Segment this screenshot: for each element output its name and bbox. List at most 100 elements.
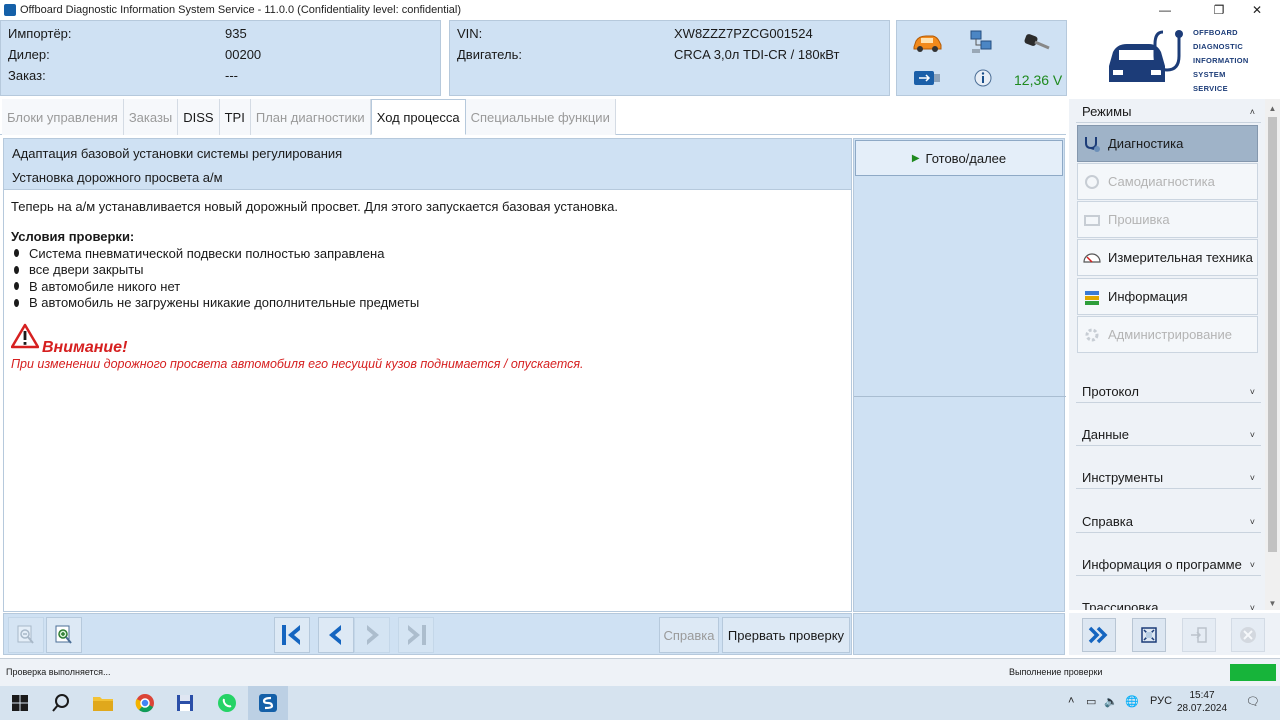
procedure-content: Теперь на а/м устанавливается новый доро…: [3, 190, 852, 612]
battery-voltage: 12,36 V: [1014, 72, 1063, 88]
mode-diagnostics[interactable]: Диагностика: [1077, 125, 1258, 162]
procedure-intro: Теперь на а/м устанавливается новый доро…: [11, 199, 619, 214]
mode-administration[interactable]: Администрирование: [1077, 316, 1258, 353]
progress-bar: [1230, 664, 1276, 681]
tab-diss[interactable]: DISS: [178, 99, 220, 135]
ready-next-button[interactable]: ▶ Готово/далее: [855, 140, 1063, 176]
tab-diagnostic-plan[interactable]: План диагностики: [250, 99, 371, 135]
chevron-down-icon: ˅: [1249, 516, 1255, 527]
importer-value: 935: [225, 26, 247, 41]
notifications-icon[interactable]: 🗨: [1246, 695, 1260, 708]
abort-test-button[interactable]: Прервать проверку: [722, 617, 850, 653]
last-step-button[interactable]: [398, 617, 434, 653]
chrome-icon[interactable]: [132, 690, 158, 716]
vehicle-icon[interactable]: [911, 33, 943, 53]
tab-control-units[interactable]: Блоки управления: [2, 99, 124, 135]
windows-start-icon[interactable]: [7, 690, 33, 716]
divider: [854, 396, 1066, 397]
sidebar-scrollbar[interactable]: ▲ ▼: [1265, 99, 1280, 610]
sidebar-section-tracing[interactable]: Трассировка ˅: [1076, 597, 1261, 610]
mode-flashing[interactable]: Прошивка: [1077, 201, 1258, 238]
order-value: ---: [225, 68, 238, 83]
scroll-down-icon[interactable]: ▼: [1265, 596, 1280, 610]
fullscreen-button[interactable]: [1132, 618, 1166, 652]
help-button[interactable]: Справка: [659, 617, 719, 653]
engine-label: Двигатель:: [457, 47, 522, 62]
close-button[interactable]: ✕: [1234, 0, 1280, 20]
zoom-in-icon: [55, 625, 72, 644]
file-explorer-icon[interactable]: [90, 690, 116, 716]
sidebar-section-data[interactable]: Данные ˅: [1076, 424, 1261, 446]
zoom-out-button[interactable]: [8, 617, 44, 653]
tab-process[interactable]: Ход процесса: [370, 99, 466, 135]
vin-value: XW8ZZZ7PZCG001524: [674, 26, 813, 41]
chevron-up-icon: ˄: [1249, 106, 1255, 117]
clock-date: 28.07.2024: [1176, 703, 1228, 714]
vin-label: VIN:: [457, 26, 483, 41]
status-progress-label: Выполнение проверки: [1009, 667, 1103, 677]
dealer-info-panel: Импортёр: 935 Дилер: 00200 Заказ: ---: [0, 20, 441, 96]
tab-special-functions[interactable]: Специальные функции: [465, 99, 616, 135]
mode-information[interactable]: Информация: [1077, 278, 1258, 315]
network-icon[interactable]: [969, 29, 995, 55]
search-icon[interactable]: [48, 690, 74, 716]
minimize-button[interactable]: —: [1142, 0, 1188, 20]
mode-measurement[interactable]: Измерительная техника: [1077, 239, 1258, 276]
bullet-icon: [14, 249, 19, 258]
first-step-button[interactable]: [274, 617, 310, 653]
sidebar-section-help[interactable]: Справка ˅: [1076, 511, 1261, 533]
usb-interface-icon[interactable]: [913, 69, 941, 87]
zoom-in-button[interactable]: [46, 617, 82, 653]
taskbar: ˄ ▭ 🔈 🌐 РУС 15:47 28.07.2024 🗨: [0, 686, 1280, 720]
sidebar-section-tools[interactable]: Инструменты ˅: [1076, 467, 1261, 489]
volume-icon[interactable]: 🔈: [1104, 695, 1118, 708]
window-title: Offboard Diagnostic Information System S…: [20, 4, 462, 16]
list-item: В автомобиле никого нет: [11, 278, 419, 295]
battery-icon[interactable]: ▭: [1086, 695, 1096, 708]
chevron-down-icon: ˅: [1249, 429, 1255, 440]
save-app-icon[interactable]: [172, 690, 198, 716]
engine-value: CRCA 3,0л TDI-CR / 180кВт: [674, 47, 840, 62]
cancel-button[interactable]: [1231, 618, 1265, 652]
key-icon[interactable]: [1023, 31, 1051, 53]
flash-icon: [1082, 210, 1102, 230]
tab-tpi[interactable]: TPI: [219, 99, 251, 135]
bullet-icon: [14, 282, 19, 291]
progress-bar-fill: [1230, 664, 1276, 681]
list-item: В автомобиль не загружены никакие дополн…: [11, 295, 419, 312]
tab-orders[interactable]: Заказы: [123, 99, 179, 135]
clock[interactable]: 15:47 28.07.2024: [1176, 689, 1228, 715]
globe-icon[interactable]: 🌐: [1125, 695, 1139, 708]
procedure-header: Адаптация базовой установки системы регу…: [3, 138, 852, 190]
gauge-icon: [1082, 248, 1102, 268]
forward-button[interactable]: [1082, 618, 1116, 652]
info-icon[interactable]: [973, 68, 993, 88]
odis-app-icon[interactable]: [255, 690, 281, 716]
next-step-button[interactable]: [354, 617, 390, 653]
warning-title: Внимание!: [42, 339, 128, 356]
sidebar-section-protocol[interactable]: Протокол ˅: [1076, 381, 1261, 403]
previous-step-button[interactable]: [318, 617, 354, 653]
mode-self-diagnostics[interactable]: Самодиагностика: [1077, 163, 1258, 200]
warning-triangle-icon: [11, 323, 39, 349]
scrollbar-thumb[interactable]: [1268, 117, 1277, 552]
first-step-icon: [282, 625, 300, 645]
last-step-icon: [408, 625, 426, 645]
whatsapp-icon[interactable]: [214, 690, 240, 716]
fullscreen-icon: [1141, 627, 1157, 643]
self-diagnosis-icon: [1082, 172, 1102, 192]
action-pane: ▶ Готово/далее: [853, 138, 1066, 612]
play-icon: ▶: [911, 152, 920, 164]
next-step-icon: [367, 625, 379, 645]
login-button[interactable]: [1182, 618, 1216, 652]
importer-label: Импортёр:: [8, 26, 72, 41]
sidebar-section-modes[interactable]: Режимы ˄: [1076, 101, 1261, 123]
status-bar: Проверка выполняется... Выполнение прове…: [0, 658, 1280, 686]
vehicle-info-panel: VIN: XW8ZZZ7PZCG001524 Двигатель: CRCA 3…: [449, 20, 890, 96]
tray-overflow-icon[interactable]: ˄: [1068, 695, 1074, 707]
scroll-up-icon[interactable]: ▲: [1265, 101, 1280, 115]
list-item: все двери закрыты: [11, 262, 419, 279]
books-icon: [1082, 287, 1102, 307]
language-indicator[interactable]: РУС: [1150, 695, 1172, 707]
sidebar-section-about[interactable]: Информация о программе ˅: [1076, 554, 1261, 576]
